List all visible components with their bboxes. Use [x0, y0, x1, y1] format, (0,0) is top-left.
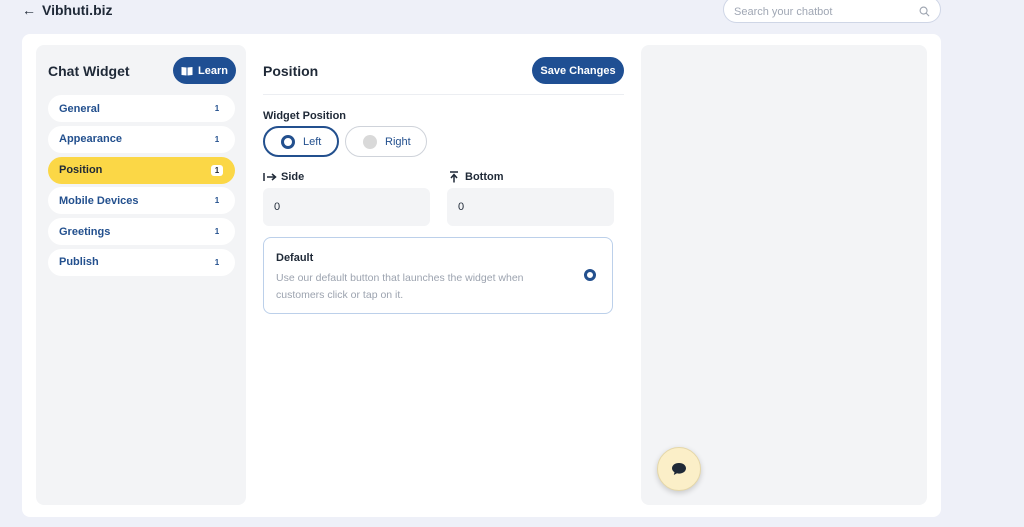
- position-left-option[interactable]: Left: [263, 126, 339, 157]
- search-box[interactable]: [723, 0, 941, 23]
- sidebar-item-label: Appearance: [59, 133, 122, 146]
- side-label-text: Side: [281, 171, 305, 183]
- sidebar-item-badge: 1: [214, 134, 220, 144]
- sidebar-item-label: Greetings: [59, 225, 111, 238]
- position-right-label: Right: [385, 135, 411, 148]
- widget-position-label: Widget Position: [263, 110, 347, 122]
- search-input[interactable]: [734, 1, 919, 18]
- sidebar-item-badge: 1: [214, 104, 220, 113]
- sidebar-title: Chat Widget: [48, 63, 130, 79]
- position-right-option[interactable]: Right: [345, 126, 427, 157]
- search-icon[interactable]: [919, 6, 930, 17]
- side-label: Side: [263, 171, 304, 183]
- chat-bubble-icon: [672, 463, 686, 475]
- default-option-radio[interactable]: [584, 269, 596, 281]
- sidebar: Chat Widget Learn General 1 Appearance 1…: [36, 45, 246, 505]
- default-option-description: Use our default button that launches the…: [276, 272, 524, 301]
- radio-unselected-icon: [363, 134, 377, 149]
- sidebar-item-publish[interactable]: Publish 1: [48, 248, 235, 276]
- page-title: Vibhuti.biz: [42, 2, 113, 18]
- arrow-up-to-line-icon: [450, 171, 458, 183]
- default-launcher-option[interactable]: Default Use our default button that laun…: [263, 237, 613, 314]
- learn-label: Learn: [198, 64, 228, 77]
- arrow-left-icon[interactable]: ←: [22, 3, 36, 17]
- sidebar-item-label: Mobile Devices: [59, 194, 139, 207]
- sidebar-item-badge: 1: [214, 227, 220, 237]
- position-left-label: Left: [303, 135, 322, 148]
- bottom-label-text: Bottom: [465, 171, 504, 183]
- sidebar-item-label: Publish: [59, 256, 99, 269]
- default-option-title: Default: [276, 252, 314, 264]
- bottom-input[interactable]: [447, 188, 614, 226]
- bottom-label: Bottom: [447, 171, 504, 183]
- sidebar-item-badge: 1: [211, 164, 223, 176]
- sidebar-item-badge: 1: [214, 196, 220, 206]
- chat-launcher-button[interactable]: [657, 447, 701, 491]
- sidebar-item-badge: 1: [214, 257, 220, 267]
- widget-preview-panel: [641, 45, 927, 505]
- arrow-right-to-line-icon: [263, 173, 277, 181]
- sidebar-item-label: General: [59, 102, 100, 115]
- sidebar-item-appearance[interactable]: Appearance 1: [48, 125, 235, 153]
- radio-selected-icon: [281, 134, 295, 149]
- section-title: Position: [263, 63, 319, 79]
- divider: [263, 94, 624, 95]
- page-header: ← Vibhuti.biz: [22, 2, 113, 18]
- side-input[interactable]: [263, 188, 430, 226]
- sidebar-item-label: Position: [59, 164, 103, 177]
- save-changes-button[interactable]: Save Changes: [532, 57, 624, 84]
- sidebar-item-position[interactable]: Position 1: [48, 156, 235, 184]
- learn-button[interactable]: Learn: [173, 57, 236, 84]
- sidebar-nav: General 1 Appearance 1 Position 1 Mobile…: [48, 95, 235, 280]
- sidebar-item-general[interactable]: General 1: [48, 95, 235, 122]
- sidebar-item-greetings[interactable]: Greetings 1: [48, 218, 235, 246]
- book-icon: [181, 66, 193, 75]
- sidebar-item-mobile-devices[interactable]: Mobile Devices 1: [48, 187, 235, 215]
